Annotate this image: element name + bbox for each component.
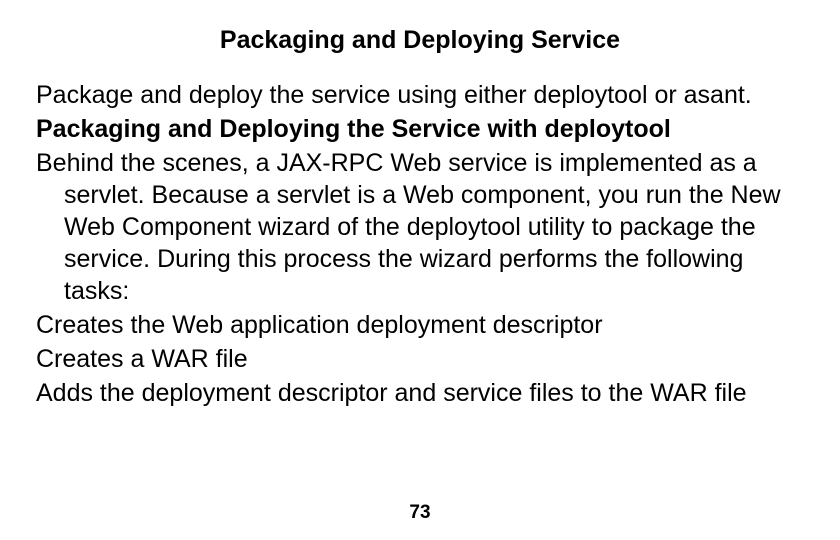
slide: Packaging and Deploying Service Package … xyxy=(0,0,840,540)
paragraph-description: Behind the scenes, a JAX-RPC Web service… xyxy=(36,147,804,307)
paragraph-task-3: Adds the deployment descriptor and servi… xyxy=(36,377,804,409)
paragraph-task-1: Creates the Web application deployment d… xyxy=(36,309,804,341)
paragraph-task-2: Creates a WAR file xyxy=(36,343,804,375)
slide-body: Package and deploy the service using eit… xyxy=(36,79,804,409)
paragraph-subheading: Packaging and Deploying the Service with… xyxy=(36,113,804,145)
page-number: 73 xyxy=(0,502,840,524)
paragraph-intro: Package and deploy the service using eit… xyxy=(36,79,804,111)
slide-title: Packaging and Deploying Service xyxy=(36,26,804,55)
